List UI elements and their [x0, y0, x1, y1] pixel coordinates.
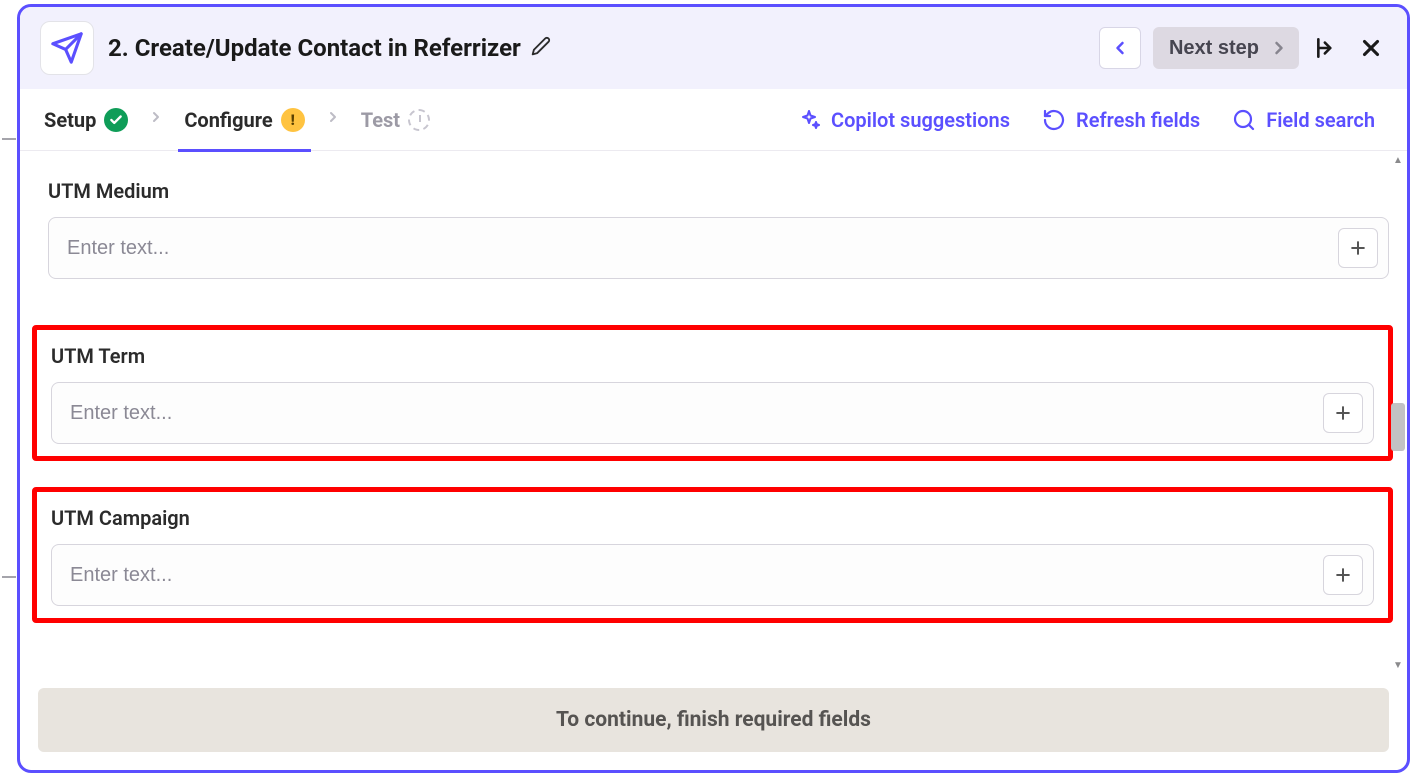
field-block: UTM Term	[51, 344, 1374, 444]
prev-step-button[interactable]	[1099, 27, 1141, 69]
field-input-wrap	[51, 544, 1374, 606]
search-label: Field search	[1266, 108, 1375, 132]
field-block: UTM Medium	[48, 179, 1389, 279]
sparkles-icon	[797, 108, 821, 132]
copilot-label: Copilot suggestions	[831, 108, 1010, 132]
modal-footer: To continue, finish required fields	[20, 674, 1407, 770]
tab-configure-label: Configure	[184, 108, 272, 132]
scroll-up-arrow[interactable]: ▲	[1393, 155, 1403, 165]
header-nav-group: Next step	[1099, 27, 1387, 69]
send-icon	[50, 31, 84, 65]
refresh-label: Refresh fields	[1076, 108, 1200, 132]
field-input-wrap	[48, 217, 1389, 279]
modal-header: 2. Create/Update Contact in Referrizer N…	[20, 7, 1407, 89]
pencil-icon	[531, 36, 551, 56]
tab-test-label: Test	[361, 108, 400, 132]
pending-icon	[408, 109, 430, 131]
edit-title-button[interactable]	[531, 34, 551, 62]
highlight-annotation: UTM Campaign	[32, 487, 1393, 623]
tab-setup-label: Setup	[44, 108, 96, 132]
field-input[interactable]	[52, 383, 1323, 443]
background-artifact	[2, 138, 16, 144]
next-step-button[interactable]: Next step	[1153, 27, 1299, 69]
chevron-separator	[138, 109, 174, 130]
field-label: UTM Campaign	[51, 506, 1374, 530]
chevron-right-icon	[325, 109, 341, 125]
chevron-right-icon	[1269, 38, 1289, 58]
step-editor-modal: 2. Create/Update Contact in Referrizer N…	[17, 4, 1410, 773]
highlight-annotation: UTM Term	[32, 325, 1393, 461]
chevron-left-icon	[1110, 38, 1130, 58]
field-label: UTM Medium	[48, 179, 1389, 203]
step-title: 2. Create/Update Contact in Referrizer	[108, 34, 1085, 62]
background-artifact	[2, 576, 16, 582]
search-icon	[1232, 108, 1256, 132]
continue-message: To continue, finish required fields	[556, 708, 871, 732]
insert-data-button[interactable]	[1323, 555, 1363, 595]
warning-icon: !	[281, 108, 305, 132]
tab-setup[interactable]: Setup	[38, 89, 134, 151]
close-icon	[1358, 35, 1384, 61]
insert-data-button[interactable]	[1323, 393, 1363, 433]
check-icon	[104, 108, 128, 132]
scrollbar-thumb[interactable]	[1391, 403, 1405, 451]
field-input[interactable]	[49, 218, 1338, 278]
field-label: UTM Term	[51, 344, 1374, 368]
expand-icon	[1314, 35, 1340, 61]
form-scroll-area[interactable]: UTM Medium UTM Term UTM Campaign ▲ ▼	[20, 151, 1407, 674]
field-block: UTM Campaign	[51, 506, 1374, 606]
insert-data-button[interactable]	[1338, 228, 1378, 268]
close-button[interactable]	[1355, 32, 1387, 64]
chevron-right-icon	[148, 109, 164, 125]
tab-configure[interactable]: Configure !	[178, 89, 310, 151]
continue-disabled-bar: To continue, finish required fields	[38, 688, 1389, 752]
plus-icon	[1333, 565, 1353, 585]
next-step-label: Next step	[1169, 37, 1259, 60]
plus-icon	[1348, 238, 1368, 258]
copilot-suggestions-button[interactable]: Copilot suggestions	[783, 100, 1024, 140]
app-icon	[40, 21, 94, 75]
scrollbar[interactable]: ▲ ▼	[1391, 155, 1405, 670]
tab-test[interactable]: Test	[355, 89, 436, 151]
refresh-icon	[1042, 108, 1066, 132]
scroll-down-arrow[interactable]: ▼	[1393, 660, 1403, 670]
expand-button[interactable]	[1311, 32, 1343, 64]
tabs-row: Setup Configure ! Test Copilot suggestio…	[20, 89, 1407, 151]
field-input[interactable]	[52, 545, 1323, 605]
chevron-separator	[315, 109, 351, 130]
field-search-button[interactable]: Field search	[1218, 100, 1389, 140]
field-input-wrap	[51, 382, 1374, 444]
plus-icon	[1333, 403, 1353, 423]
step-title-text: 2. Create/Update Contact in Referrizer	[108, 34, 521, 62]
refresh-fields-button[interactable]: Refresh fields	[1028, 100, 1214, 140]
